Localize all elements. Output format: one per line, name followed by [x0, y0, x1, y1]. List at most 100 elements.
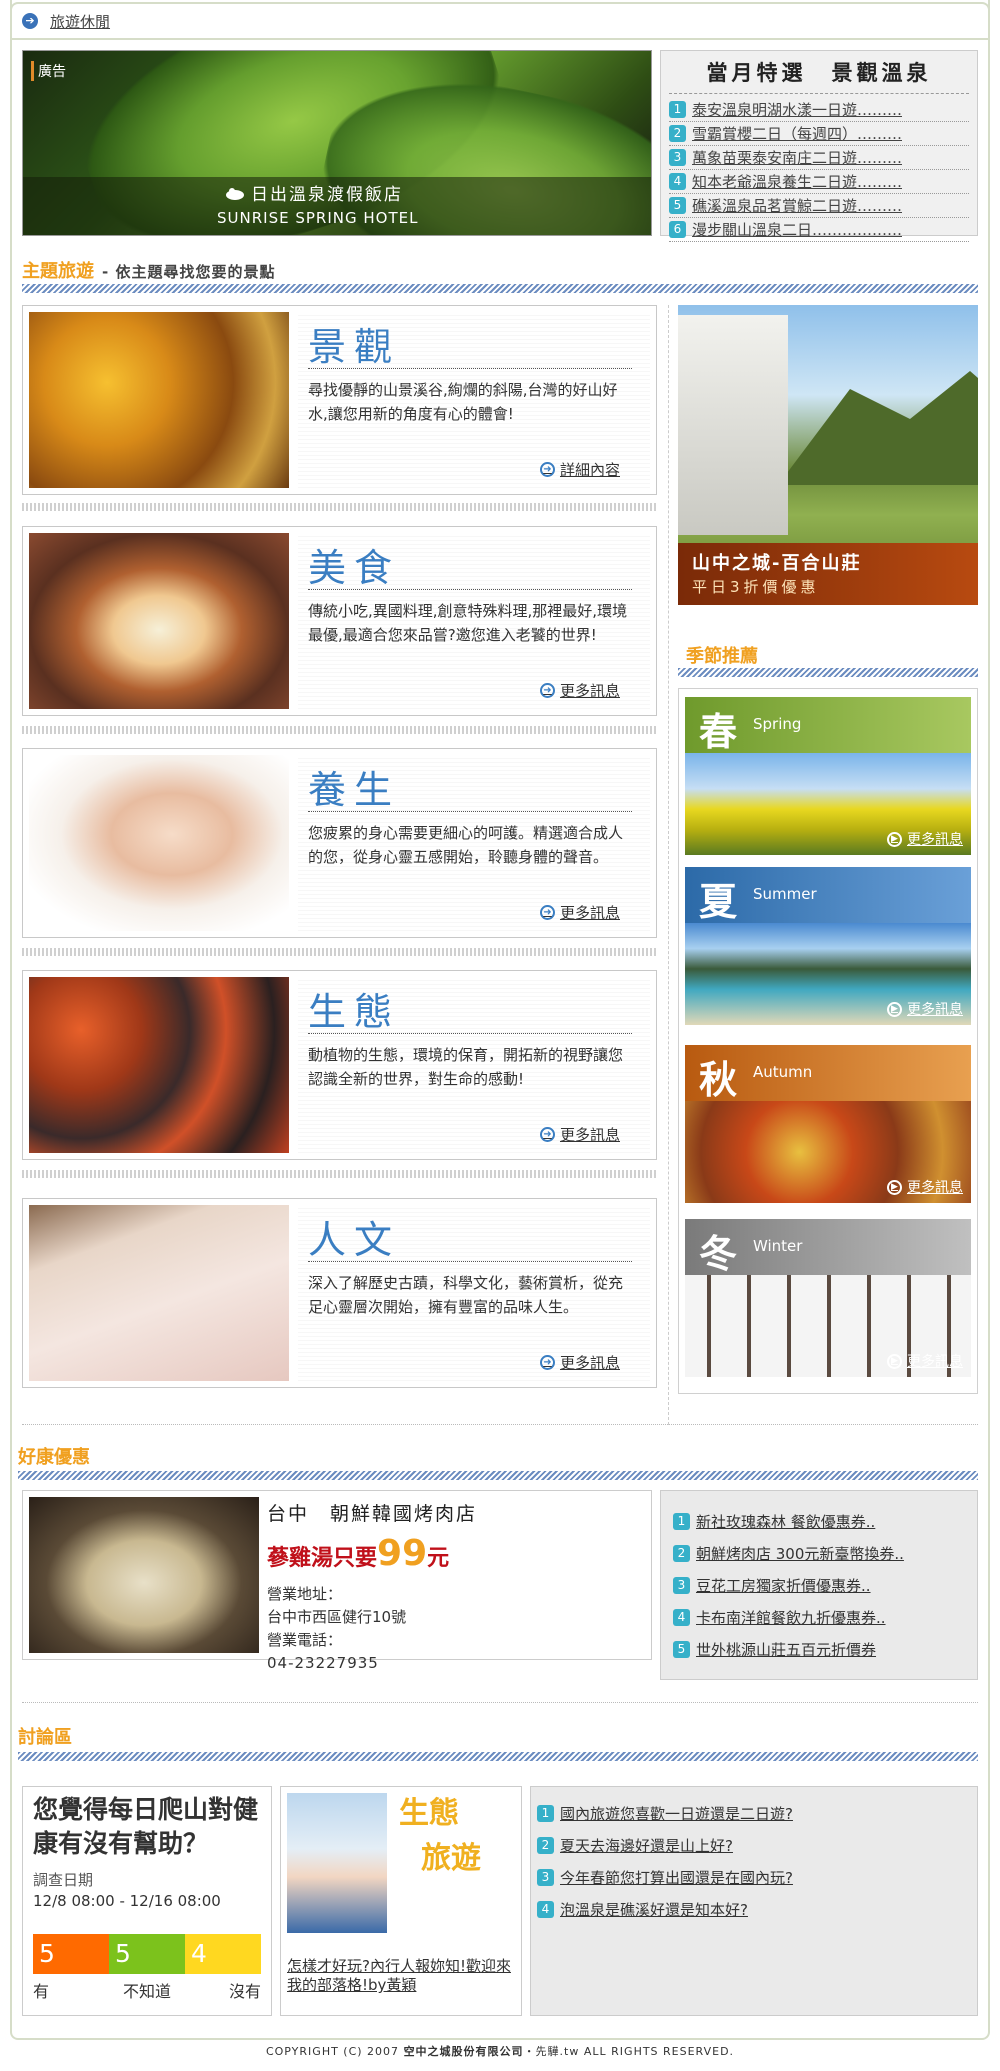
list-item[interactable]: 2 夏天去海邊好還是山上好?	[537, 1829, 971, 1861]
special-link[interactable]: 泰安溫泉明湖水漾一日遊………	[692, 99, 902, 120]
promo-link[interactable]: 朝鮮烤肉店 300元新臺幣換券..	[696, 1543, 904, 1564]
card-title: 人文	[308, 1218, 401, 1262]
lodge-ad[interactable]: 山中之城-百合山莊 平日3折價優惠	[678, 305, 978, 605]
special-link[interactable]: 礁溪溫泉品茗賞鯨二日遊………	[692, 195, 902, 216]
number-badge: 6	[669, 221, 686, 238]
eco-title-2: 旅遊	[421, 1841, 481, 1876]
scenery-photo[interactable]	[29, 312, 289, 488]
promo-feature[interactable]: 台中 朝鮮韓國烤肉店 蔘雞湯只要99元 營業地址： 台中市西區健行10號 營業電…	[22, 1490, 652, 1672]
hotel-ad-banner[interactable]: 廣告 日出溫泉渡假飯店 SUNRISE SPRING HOTEL	[22, 50, 652, 236]
arrow-right-icon: ➔	[22, 13, 38, 29]
number-badge: 2	[673, 1544, 690, 1562]
ad-label: 廣告	[31, 61, 66, 81]
season-char: 冬	[699, 1231, 738, 1276]
more-label: 更多訊息	[559, 904, 620, 922]
special-link[interactable]: 萬象苗栗泰安南庄二日遊………	[692, 147, 902, 168]
promo-link[interactable]: 世外桃源山莊五百元折價券	[696, 1639, 876, 1660]
poll-bar-no[interactable]: 4	[185, 1934, 261, 1974]
topic-link[interactable]: 今年春節您打算出國還是在國內玩?	[560, 1867, 793, 1888]
section-divider	[18, 1471, 978, 1480]
section-divider	[18, 1752, 978, 1761]
more-info-link[interactable]: ▶ 更多訊息	[887, 999, 963, 1019]
special-link[interactable]: 知本老爺溫泉養生二日遊………	[692, 171, 902, 192]
card-description: 您疲累的身心需要更細心的呵護。精選適合成人的您，從身心靈五感開始，聆聽身體的聲音…	[308, 824, 624, 866]
list-item[interactable]: 6 漫步關山溫泉二日………………	[669, 218, 969, 242]
season-section-header: 季節推薦	[686, 642, 758, 668]
topic-link[interactable]: 國內旅遊您喜歡一日遊還是二日遊?	[560, 1803, 793, 1824]
topic-link[interactable]: 夏天去海邊好還是山上好?	[560, 1835, 733, 1856]
list-item[interactable]: 1 新社玫瑰森林 餐飲優惠券..	[673, 1505, 965, 1537]
season-winter[interactable]: 冬 Winter ▶ 更多訊息	[685, 1219, 971, 1377]
deal-text: 蔘雞湯只要99元	[267, 1533, 450, 1574]
card-title: 景觀	[308, 325, 401, 369]
forum-topic-list: 1 國內旅遊您喜歡一日遊還是二日遊? 2 夏天去海邊好還是山上好? 3 今年春節您打算…	[530, 1786, 978, 2016]
list-item[interactable]: 1 國內旅遊您喜歡一日遊還是二日遊?	[537, 1797, 971, 1829]
list-item[interactable]: 1 泰安溫泉明湖水漾一日遊………	[669, 98, 969, 122]
list-item[interactable]: 4 卡布南洋館餐飲九折優惠券..	[673, 1601, 965, 1633]
breadcrumb: ➔ 旅遊休閒	[10, 2, 990, 40]
poll-bar-unknown[interactable]: 5	[109, 1934, 185, 1974]
more-info-link[interactable]: ▶ 更多訊息	[887, 829, 963, 849]
list-item[interactable]: 5 礁溪溫泉品茗賞鯨二日遊………	[669, 194, 969, 218]
more-info-link[interactable]: ▶ 更多訊息	[887, 1351, 963, 1371]
season-autumn[interactable]: 秋 Autumn ▶ 更多訊息	[685, 1045, 971, 1203]
theme-subtitle: - 依主題尋找您要的景點	[102, 263, 276, 281]
season-en: Winter	[753, 1237, 803, 1255]
card-title: 美食	[308, 546, 401, 590]
more-info-link[interactable]: ▶ 更多訊息	[887, 1177, 963, 1197]
monthly-special-box: 當月特選 景觀溫泉 1 泰安溫泉明湖水漾一日遊……… 2 雪霸賞櫻二日（每週四）………	[660, 50, 978, 242]
list-item[interactable]: 4 泡溫泉是礁溪好還是知本好?	[537, 1893, 971, 1925]
special-list: 1 泰安溫泉明湖水漾一日遊……… 2 雪霸賞櫻二日（每週四）……… 3 萬象苗栗泰安南…	[669, 98, 969, 242]
special-title: 當月特選 景觀溫泉	[669, 57, 969, 94]
arrow-circle-icon: ▶	[887, 1001, 902, 1017]
special-link[interactable]: 雪霸賞櫻二日（每週四）………	[692, 123, 902, 144]
card-divider	[22, 503, 657, 511]
blog-link[interactable]: 怎樣才好玩?內行人報妳知!歡迎來我的部落格!by黃穎	[287, 1957, 517, 1995]
special-link[interactable]: 漫步關山溫泉二日………………	[692, 219, 902, 240]
more-label: 更多訊息	[907, 832, 963, 848]
more-info-link[interactable]: ➜ 更多訊息	[539, 902, 620, 923]
food-photo[interactable]	[29, 533, 289, 709]
promo-list: 1 新社玫瑰森林 餐飲優惠券.. 2 朝鮮烤肉店 300元新臺幣換券.. 3 豆花工房…	[660, 1490, 978, 1680]
footer-copyright: COPYRIGHT (C) 2007 空中之城股份有限公司・先驊.tw ALL …	[265, 2045, 735, 2058]
more-info-link[interactable]: ➜ 更多訊息	[539, 1352, 620, 1373]
promo-link[interactable]: 卡布南洋館餐飲九折優惠券..	[696, 1607, 886, 1628]
forum-section-header: 討論區	[18, 1723, 72, 1749]
detail-link[interactable]: ➜ 詳細內容	[539, 459, 620, 480]
section-divider	[22, 284, 978, 293]
season-summer[interactable]: 夏 Summer ▶ 更多訊息	[685, 867, 971, 1025]
number-badge: 4	[673, 1608, 690, 1626]
topic-link[interactable]: 泡溫泉是礁溪好還是知本好?	[560, 1899, 748, 1920]
season-char: 夏	[699, 879, 738, 924]
season-char: 秋	[699, 1057, 738, 1102]
list-item[interactable]: 2 朝鮮烤肉店 300元新臺幣換券..	[673, 1537, 965, 1569]
more-info-link[interactable]: ➜ 更多訊息	[539, 1124, 620, 1145]
list-item[interactable]: 4 知本老爺溫泉養生二日遊………	[669, 170, 969, 194]
poll-bar-yes[interactable]: 5	[33, 1934, 109, 1974]
theme-card-wellness: 養生 您疲累的身心需要更細心的呵護。精選適合成人的您，從身心靈五感開始，聆聽身體…	[22, 748, 657, 938]
eco-title-1: 生態	[399, 1796, 459, 1831]
list-item[interactable]: 3 今年春節您打算出國還是在國內玩?	[537, 1861, 971, 1893]
culture-photo[interactable]	[29, 1205, 289, 1381]
hotel-name-cn: 日出溫泉渡假飯店	[251, 185, 403, 205]
arrow-circle-icon: ▶	[887, 1353, 902, 1369]
list-item[interactable]: 2 雪霸賞櫻二日（每週四）………	[669, 122, 969, 146]
breadcrumb-link[interactable]: 旅遊休閒	[50, 11, 110, 32]
promo-link[interactable]: 新社玫瑰森林 餐飲優惠券..	[696, 1511, 875, 1532]
promo-link[interactable]: 豆花工房獨家折價優惠券..	[696, 1575, 871, 1596]
more-label: 詳細內容	[559, 461, 620, 479]
ecology-photo[interactable]	[29, 977, 289, 1153]
list-item[interactable]: 5 世外桃源山莊五百元折價券	[673, 1633, 965, 1665]
season-en: Spring	[753, 715, 802, 733]
eco-travel-box[interactable]: 生態 旅遊 怎樣才好玩?內行人報妳知!歡迎來我的部落格!by黃穎	[280, 1786, 522, 2016]
more-info-link[interactable]: ➜ 更多訊息	[539, 680, 620, 701]
list-item[interactable]: 3 萬象苗栗泰安南庄二日遊………	[669, 146, 969, 170]
poll-date: 12/8 08:00 - 12/16 08:00	[33, 1892, 221, 1910]
poll-label: 有	[33, 1982, 50, 2001]
more-label: 更多訊息	[559, 1354, 620, 1372]
season-spring[interactable]: 春 Spring ▶ 更多訊息	[685, 697, 971, 855]
wellness-photo[interactable]	[29, 755, 289, 931]
card-description: 尋找優靜的山景溪谷,絢爛的斜陽,台灣的好山好水,讓您用新的角度有心的體會!	[308, 381, 618, 423]
section-rule	[22, 1702, 978, 1703]
list-item[interactable]: 3 豆花工房獨家折價優惠券..	[673, 1569, 965, 1601]
